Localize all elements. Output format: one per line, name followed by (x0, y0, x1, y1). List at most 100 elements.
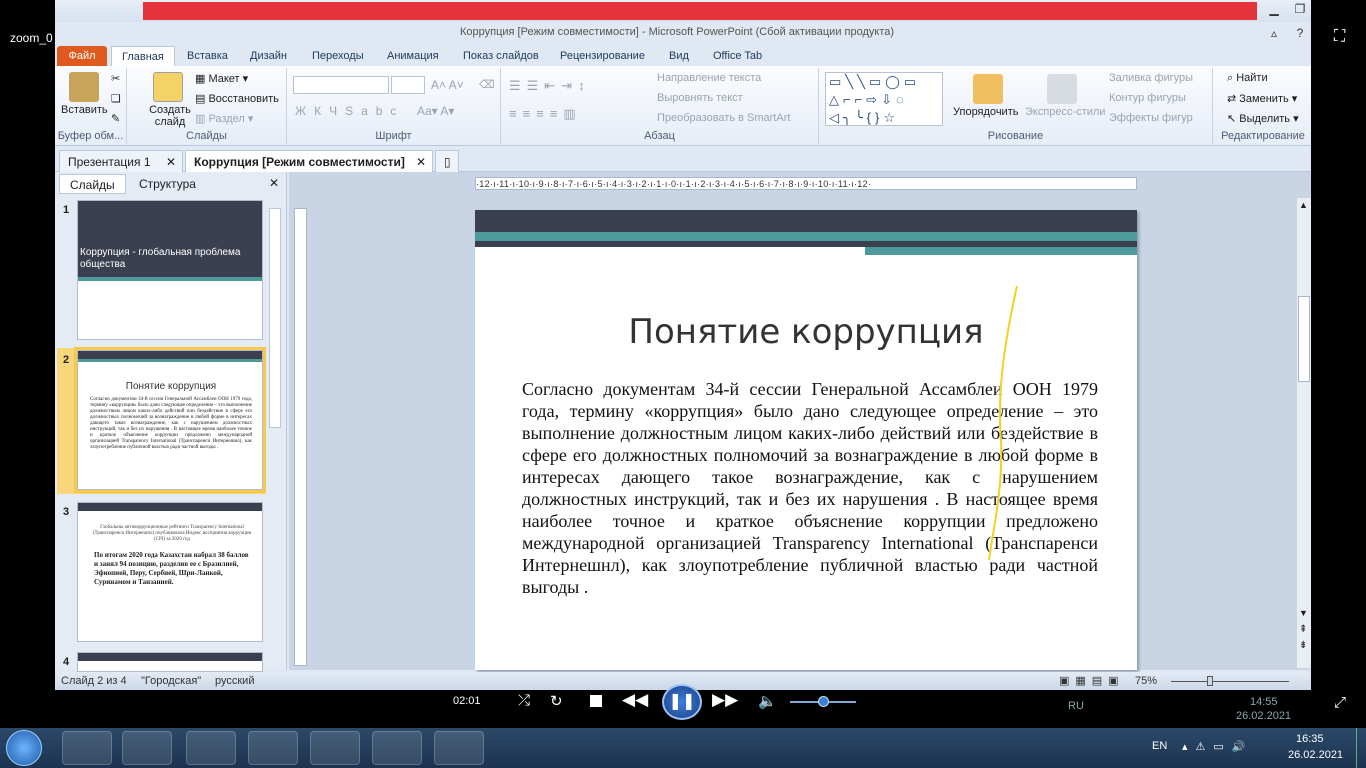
new-tab-button[interactable]: ▯ (435, 150, 459, 172)
slide-canvas[interactable]: Понятие коррупция Согласно документам 34… (475, 210, 1137, 670)
ghost-date: 26.02.2021 (1236, 710, 1292, 722)
zoom-slider-track (1171, 681, 1289, 682)
tab-review[interactable]: Рецензирование (550, 46, 655, 66)
group-font: A˄ A˅ ⌫ ЖКЧSabc Aa▾ A▾ Шрифт (287, 68, 501, 144)
show-desktop-button[interactable] (1356, 728, 1366, 768)
ribbon-minimize-icon[interactable]: ▵ (1261, 25, 1287, 41)
maximize-button[interactable]: ❐ (1287, 1, 1311, 17)
forward-icon[interactable]: ▶▶ (712, 690, 738, 710)
tab-view[interactable]: Вид (659, 46, 699, 66)
close-icon[interactable]: ✕ (166, 151, 176, 173)
scroll-thumb[interactable] (1298, 296, 1310, 382)
zoom-level[interactable]: 75% (1135, 675, 1157, 687)
cut-icon[interactable]: ✂ (111, 72, 120, 85)
minimize-button[interactable]: ▁ (1261, 1, 1287, 17)
scroll-up-icon[interactable]: ▲ (1299, 200, 1308, 210)
help-icon[interactable]: ? (1287, 25, 1311, 41)
shape-effects-button[interactable]: Эффекты фигур (1109, 112, 1193, 124)
tab-slideshow[interactable]: Показ слайдов (453, 46, 549, 66)
thumb-slide-3[interactable]: Глобальны антикоррупционные рейтинги Tra… (77, 502, 263, 642)
tab-file[interactable]: Файл (57, 46, 107, 66)
tab-slides[interactable]: Слайды (59, 174, 126, 194)
tab-design[interactable]: Дизайн (240, 46, 297, 66)
new-slide-button[interactable]: Создать слайд (149, 104, 191, 128)
zoom-slider[interactable] (1165, 675, 1295, 687)
copy-icon[interactable]: ❏ (111, 92, 121, 105)
paste-icon[interactable] (69, 72, 99, 102)
language[interactable]: русский (215, 675, 254, 687)
shuffle-icon[interactable]: ⤮ (518, 692, 530, 709)
input-language[interactable]: EN (1152, 740, 1167, 752)
group-slides: Создать слайд ▦ Макет ▾ ▤ Восстановить ▥… (127, 68, 287, 144)
shapes-gallery[interactable]: ▭╲╲▭◯▭ △⌐⌐⇨⇩◌ ◁╮╰{}☆ (825, 72, 943, 126)
grow-font-icon[interactable]: A˄ A˅ (431, 78, 464, 92)
shape-outline-button[interactable]: Контур фигуры (1109, 92, 1186, 104)
thumb-slide-2[interactable]: Понятие коррупция Согласно документам 34… (74, 347, 266, 493)
volume-icon[interactable]: 🔈 (758, 692, 777, 710)
format-painter-icon[interactable]: ✎ (111, 112, 120, 125)
align-buttons[interactable]: ≡≡≡≡▥ (509, 106, 582, 122)
stop-icon[interactable] (590, 695, 602, 707)
reset-button[interactable]: ▤ Восстановить (195, 92, 279, 105)
paint-icon[interactable] (186, 731, 236, 765)
smartart-button[interactable]: Преобразовать в SmartArt (657, 112, 790, 124)
browser-icon[interactable] (248, 731, 298, 765)
arrange-icon[interactable] (973, 74, 1003, 104)
volume-thumb[interactable] (818, 696, 829, 707)
tray-icons[interactable]: ▴⚠▭🔊 (1182, 740, 1253, 753)
close-icon[interactable]: ✕ (416, 151, 426, 173)
prev-slide-icon[interactable]: ⇞ (1299, 624, 1307, 635)
rewind-icon[interactable]: ◀◀ (622, 690, 648, 710)
clock-time[interactable]: 16:35 (1296, 733, 1324, 745)
pause-button[interactable]: ❚❚ (662, 684, 702, 720)
scroll-down-icon[interactable]: ▼ (1299, 608, 1308, 618)
font-style-buttons[interactable]: ЖКЧSabc (295, 104, 404, 118)
word-icon[interactable] (310, 731, 360, 765)
tab-outline[interactable]: Структура (129, 174, 206, 194)
align-text-button[interactable]: Выровнять текст (657, 92, 743, 104)
thumb-slide-4[interactable] (77, 652, 263, 672)
zoom-player-icon[interactable] (434, 731, 484, 765)
thumb-slide-1[interactable]: Коррупция - глобальная проблема общества (77, 200, 263, 340)
select-button[interactable]: ↖ Выделить ▾ (1227, 112, 1299, 125)
panel-scrollbar[interactable] (269, 208, 281, 428)
clear-format-icon[interactable]: ⌫ (479, 78, 495, 91)
tab-officetab[interactable]: Office Tab (703, 46, 772, 66)
find-button[interactable]: ⌕ Найти (1227, 72, 1268, 85)
font-size-select[interactable] (391, 76, 425, 94)
tab-insert[interactable]: Вставка (177, 46, 238, 66)
explorer-icon[interactable] (62, 731, 112, 765)
font-color-icon[interactable]: Aa▾ A▾ (417, 104, 454, 118)
shape-fill-button[interactable]: Заливка фигуры (1109, 72, 1193, 84)
close-panel-icon[interactable]: ✕ (269, 176, 279, 190)
font-family-select[interactable] (293, 76, 389, 94)
new-slide-icon[interactable] (153, 72, 183, 102)
quick-styles-button[interactable]: Экспресс-стили (1025, 106, 1105, 118)
slide-title[interactable]: Понятие коррупция (475, 312, 1137, 352)
text-direction-button[interactable]: Направление текста (657, 72, 761, 84)
zoom-slider-thumb[interactable] (1207, 676, 1213, 686)
list-buttons[interactable]: ☰☰⇤⇥↕ (509, 78, 591, 94)
view-buttons[interactable]: ▣▦▤▣ (1059, 674, 1125, 687)
replace-button[interactable]: ⇄ Заменить ▾ (1227, 92, 1297, 105)
skype-icon[interactable] (372, 731, 422, 765)
start-button[interactable] (6, 730, 42, 766)
tab-home[interactable]: Главная (111, 46, 175, 66)
section-button[interactable]: ▥ Раздел ▾ (195, 112, 253, 125)
paste-button[interactable]: Вставить (61, 104, 108, 116)
fullscreen-icon[interactable]: ⛶ (1334, 28, 1354, 48)
layout-button[interactable]: ▦ Макет ▾ (195, 72, 248, 85)
thumb-band-accent (78, 277, 262, 281)
next-slide-icon[interactable]: ⇟ (1299, 640, 1307, 651)
arrange-button[interactable]: Упорядочить (953, 106, 1018, 118)
repeat-icon[interactable]: ↻ (550, 692, 563, 710)
quick-styles-icon[interactable] (1047, 74, 1077, 104)
doc-tab-corruption[interactable]: Коррупция [Режим совместимости] ✕ (185, 150, 433, 172)
clock-date[interactable]: 26.02.2021 (1288, 749, 1343, 761)
tab-transitions[interactable]: Переходы (302, 46, 374, 66)
slide-scrollbar[interactable]: ▲ ▼ ⇞ ⇟ (1297, 198, 1311, 668)
select-label: Выделить (1239, 113, 1291, 125)
doc-tab-presentation1[interactable]: Презентация 1 ✕ (59, 150, 183, 172)
chrome-icon[interactable] (122, 731, 172, 765)
tab-animation[interactable]: Анимация (377, 46, 449, 66)
